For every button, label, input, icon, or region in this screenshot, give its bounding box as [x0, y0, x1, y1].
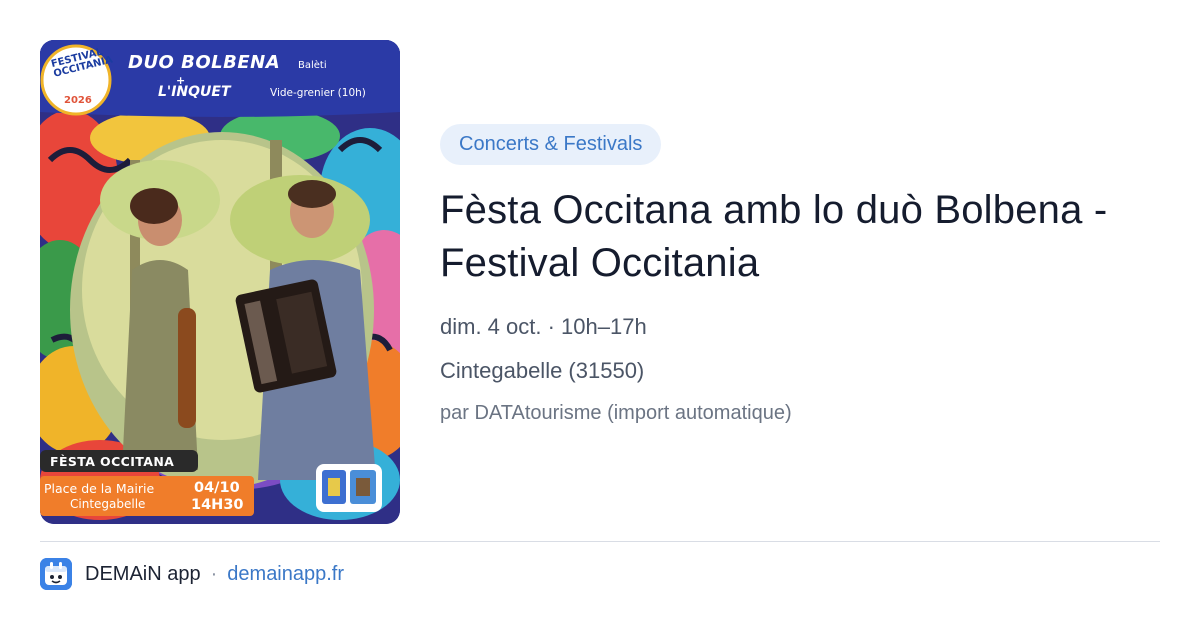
event-source: par DATAtourisme (import automatique)	[440, 402, 792, 424]
poster-time: 14H30	[191, 497, 244, 513]
poster-second-act: L'INQUET	[158, 84, 231, 100]
poster-activity-2: Vide-grenier (10h)	[270, 87, 366, 99]
event-poster-image[interactable]: FESTIVAL OCCITANIA 2026 DUO BOLBENA + L'…	[40, 40, 400, 524]
poster-place: Place de la Mairie	[44, 481, 155, 496]
footer-divider	[40, 541, 1160, 542]
category-badge[interactable]: Concerts & Festivals	[440, 124, 662, 165]
footer: DEMAiN app · demainapp.fr	[40, 558, 344, 590]
app-name: DEMAiN app	[85, 562, 201, 585]
footer-separator: ·	[210, 562, 218, 585]
poster-date: 04/10	[194, 480, 240, 496]
poster-activity-1: Balèti	[298, 60, 327, 71]
event-location: Cintegabelle (31550)	[440, 358, 645, 383]
poster-event-label: FÈSTA OCCITANA	[50, 454, 175, 469]
poster-headline: DUO BOLBENA	[128, 52, 281, 73]
poster-festival-year: 2026	[64, 95, 92, 106]
event-title[interactable]: Fèsta Occitana amb lo duò Bolbena - Fest…	[440, 184, 1180, 290]
app-domain-link[interactable]: demainapp.fr	[227, 563, 344, 586]
event-date-time: dim. 4 oct. · 10h–17h	[440, 314, 647, 339]
poster-artwork	[40, 40, 400, 524]
demain-app-icon[interactable]	[40, 558, 72, 590]
poster-city: Cintegabelle	[70, 497, 146, 511]
